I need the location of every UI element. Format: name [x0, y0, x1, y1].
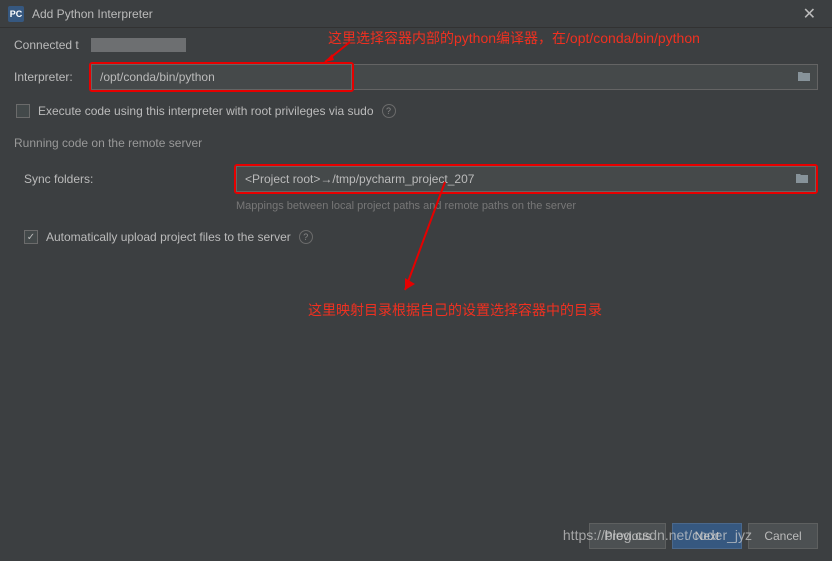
sync-folders-input[interactable]: <Project root>→/tmp/pycharm_project_207 [236, 166, 816, 192]
next-button[interactable]: Next [672, 523, 742, 549]
sudo-row: Execute code using this interpreter with… [16, 104, 818, 118]
annotation-bottom: 这里映射目录根据自己的设置选择容器中的目录 [308, 300, 602, 320]
folder-icon[interactable] [797, 70, 811, 85]
sync-folders-row: Sync folders: <Project root>→/tmp/pychar… [24, 164, 818, 194]
redacted-host [91, 38, 186, 52]
window-title: Add Python Interpreter [32, 7, 795, 21]
sudo-label: Execute code using this interpreter with… [38, 104, 374, 118]
auto-upload-label: Automatically upload project files to th… [46, 230, 291, 244]
interpreter-value: /opt/conda/bin/python [100, 70, 345, 84]
auto-upload-row: Automatically upload project files to th… [24, 230, 818, 244]
auto-upload-checkbox[interactable] [24, 230, 38, 244]
interpreter-input-extension[interactable] [354, 64, 818, 90]
help-icon[interactable]: ? [382, 104, 396, 118]
sync-folders-label: Sync folders: [24, 172, 224, 186]
dialog-footer: Previous Next Cancel [589, 523, 818, 549]
connected-row: Connected t [14, 38, 818, 52]
sync-hint: Mappings between local project paths and… [236, 200, 818, 212]
sudo-checkbox[interactable] [16, 104, 30, 118]
app-icon: PC [8, 6, 24, 22]
sync-highlight: <Project root>→/tmp/pycharm_project_207 [234, 164, 818, 194]
previous-button[interactable]: Previous [589, 523, 666, 549]
cancel-button[interactable]: Cancel [748, 523, 818, 549]
sync-folders-value: <Project root>→/tmp/pycharm_project_207 [245, 172, 795, 186]
interpreter-row: Interpreter: /opt/conda/bin/python [14, 62, 818, 92]
interpreter-label: Interpreter: [14, 70, 79, 84]
interpreter-highlight: /opt/conda/bin/python [89, 62, 354, 92]
close-icon[interactable]: ✕ [795, 4, 824, 24]
folder-icon[interactable] [795, 172, 809, 187]
dialog-content: Connected t Interpreter: /opt/conda/bin/… [0, 28, 832, 272]
help-icon[interactable]: ? [299, 230, 313, 244]
titlebar: PC Add Python Interpreter ✕ [0, 0, 832, 28]
interpreter-input[interactable]: /opt/conda/bin/python [91, 64, 352, 90]
connected-label: Connected t [14, 38, 79, 52]
remote-section-title: Running code on the remote server [14, 136, 818, 150]
